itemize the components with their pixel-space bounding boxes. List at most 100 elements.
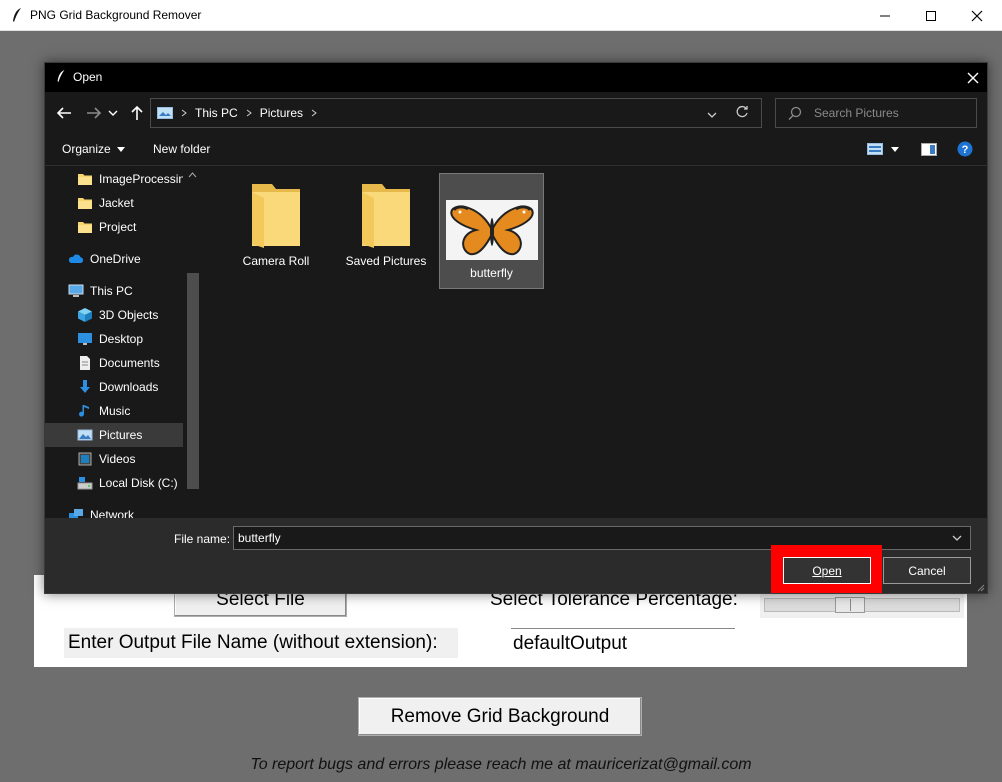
nav-item-imageprocessing[interactable]: ImageProcessing bbox=[45, 167, 202, 191]
nav-item-desktop[interactable]: Desktop bbox=[45, 327, 202, 351]
resize-grip-icon[interactable] bbox=[977, 584, 985, 592]
help-icon: ? bbox=[957, 141, 973, 157]
desktop-icon bbox=[78, 333, 92, 345]
back-button[interactable] bbox=[53, 102, 75, 124]
preview-pane-button[interactable] bbox=[921, 143, 937, 161]
butterfly-thumbnail bbox=[445, 200, 538, 260]
output-name-label: Enter Output File Name (without extensio… bbox=[64, 628, 458, 658]
file-item-saved-pictures[interactable]: Saved Pictures bbox=[334, 174, 438, 288]
footer-text: To report bugs and errors please reach m… bbox=[250, 756, 752, 773]
nav-scroll-thumb[interactable] bbox=[187, 273, 199, 489]
cloud-icon bbox=[68, 254, 84, 263]
tolerance-slider[interactable] bbox=[760, 592, 964, 618]
search-icon bbox=[788, 106, 802, 120]
view-icon bbox=[867, 143, 883, 155]
breadcrumb-chevron-icon bbox=[181, 109, 187, 117]
nav-item-downloads[interactable]: Downloads bbox=[45, 375, 202, 399]
refresh-button[interactable] bbox=[735, 105, 749, 122]
file-list: Camera Roll Saved Pictures butterfly bbox=[202, 166, 987, 518]
search-placeholder: Search Pictures bbox=[814, 106, 899, 120]
chevron-down-icon bbox=[108, 110, 118, 116]
breadcrumb-this-pc[interactable]: This PC bbox=[195, 106, 238, 120]
folder-icon bbox=[78, 174, 92, 185]
nav-item-local-disk[interactable]: Local Disk (C:) bbox=[45, 471, 202, 495]
close-button[interactable] bbox=[954, 0, 1000, 31]
address-row: This PC Pictures Search Pictures bbox=[45, 92, 987, 134]
computer-icon bbox=[68, 284, 84, 297]
refresh-icon bbox=[736, 105, 748, 118]
nav-item-music[interactable]: Music bbox=[45, 399, 202, 423]
arrow-left-icon bbox=[56, 107, 71, 119]
app-title: PNG Grid Background Remover bbox=[30, 8, 202, 22]
organize-label: Organize bbox=[62, 142, 111, 156]
folder-icon bbox=[362, 184, 410, 248]
music-icon bbox=[79, 405, 89, 417]
disk-icon bbox=[77, 477, 93, 490]
breadcrumb-chevron-icon bbox=[246, 109, 252, 117]
cancel-button[interactable]: Cancel bbox=[883, 557, 971, 584]
nav-item-this-pc[interactable]: This PC bbox=[45, 279, 202, 303]
scroll-up-icon[interactable] bbox=[188, 172, 197, 178]
arrow-up-icon bbox=[131, 105, 143, 120]
dialog-footer: File name: butterfly Open Cancel bbox=[45, 518, 987, 593]
close-icon bbox=[971, 10, 983, 21]
nav-item-pictures[interactable]: Pictures bbox=[45, 423, 202, 447]
folder-icon bbox=[78, 198, 92, 209]
open-file-dialog: Open This PC Pictures Search Pictures Or… bbox=[44, 62, 988, 594]
output-name-input[interactable]: defaultOutput bbox=[511, 628, 735, 658]
folder-icon bbox=[78, 222, 92, 233]
nav-item-jacket[interactable]: Jacket bbox=[45, 191, 202, 215]
app-titlebar: PNG Grid Background Remover bbox=[0, 0, 1002, 31]
nav-item-3d-objects[interactable]: 3D Objects bbox=[45, 303, 202, 327]
nav-item-network[interactable]: Network bbox=[45, 503, 202, 518]
chevron-down-icon bbox=[707, 112, 717, 118]
document-icon bbox=[80, 356, 90, 370]
feather-icon bbox=[13, 8, 21, 22]
new-folder-button[interactable]: New folder bbox=[153, 142, 210, 156]
caret-down-icon bbox=[116, 146, 125, 152]
recent-locations-button[interactable] bbox=[106, 102, 120, 124]
minimize-icon bbox=[880, 15, 890, 16]
dialog-title: Open bbox=[73, 70, 103, 84]
nav-item-videos[interactable]: Videos bbox=[45, 447, 202, 471]
pictures-icon bbox=[77, 429, 93, 441]
up-button[interactable] bbox=[126, 102, 148, 124]
forward-button[interactable] bbox=[83, 102, 105, 124]
arrow-right-icon bbox=[87, 107, 102, 119]
dialog-close-button[interactable] bbox=[959, 67, 987, 89]
breadcrumb-pictures[interactable]: Pictures bbox=[260, 106, 303, 120]
address-dropdown-button[interactable] bbox=[707, 108, 717, 122]
nav-item-onedrive[interactable]: OneDrive bbox=[45, 247, 202, 271]
cube-icon bbox=[78, 308, 92, 322]
navigation-pane: ImageProcessing Jacket Project OneDrive … bbox=[45, 166, 202, 518]
video-icon bbox=[78, 452, 92, 466]
nav-item-project[interactable]: Project bbox=[45, 215, 202, 239]
svg-text:?: ? bbox=[962, 144, 969, 156]
breadcrumb-chevron-icon bbox=[311, 109, 317, 117]
dialog-toolbar: Organize New folder ? bbox=[45, 134, 987, 166]
pictures-icon bbox=[157, 107, 173, 119]
search-input[interactable]: Search Pictures bbox=[775, 98, 977, 128]
file-item-butterfly[interactable]: butterfly bbox=[439, 173, 544, 289]
organize-button[interactable]: Organize bbox=[62, 142, 125, 156]
feather-icon bbox=[57, 70, 65, 82]
minimize-button[interactable] bbox=[862, 0, 908, 31]
download-icon bbox=[80, 380, 90, 393]
network-icon bbox=[69, 509, 83, 518]
slider-thumb[interactable] bbox=[835, 597, 866, 613]
remove-grid-button[interactable]: Remove Grid Background bbox=[358, 697, 642, 736]
help-button[interactable]: ? bbox=[957, 141, 973, 162]
caret-down-icon bbox=[891, 146, 899, 152]
maximize-button[interactable] bbox=[908, 0, 954, 31]
open-button[interactable]: Open bbox=[783, 557, 871, 584]
chevron-down-icon[interactable] bbox=[952, 535, 962, 542]
file-name-label: File name: bbox=[174, 532, 231, 546]
folder-icon bbox=[252, 184, 300, 248]
file-name-value: butterfly bbox=[238, 531, 281, 545]
address-bar[interactable]: This PC Pictures bbox=[150, 98, 762, 128]
preview-pane-icon bbox=[921, 143, 937, 156]
nav-item-documents[interactable]: Documents bbox=[45, 351, 202, 375]
view-options-button[interactable] bbox=[867, 143, 899, 155]
file-item-camera-roll[interactable]: Camera Roll bbox=[224, 174, 328, 288]
dialog-titlebar: Open bbox=[45, 63, 987, 92]
